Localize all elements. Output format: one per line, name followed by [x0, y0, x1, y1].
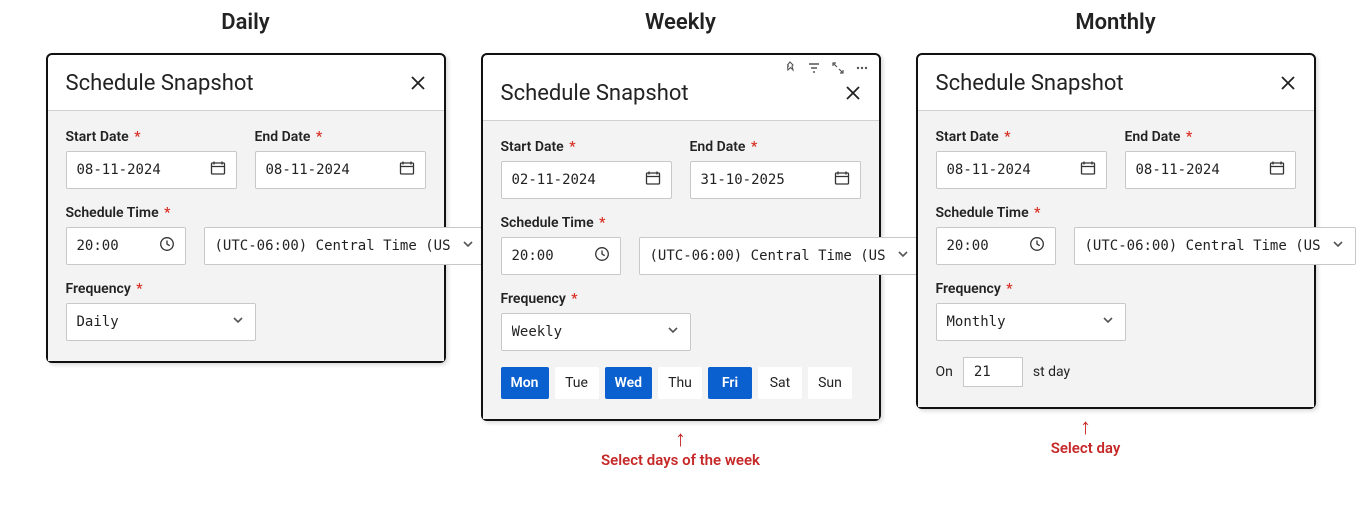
chevron-down-icon	[666, 323, 680, 341]
close-button[interactable]	[410, 74, 426, 94]
start-date-label: Start Date *	[501, 139, 672, 155]
start-date-label: Start Date *	[936, 129, 1107, 145]
end-date-label: End Date *	[690, 139, 861, 155]
timezone-select[interactable]: (UTC-06:00) Central Time (US	[204, 227, 486, 265]
clock-icon	[1029, 236, 1045, 256]
chevron-down-icon	[896, 247, 910, 265]
frequency-select[interactable]: Weekly	[501, 313, 691, 351]
annotation-weekly: ↑ Select days of the week	[601, 429, 760, 469]
end-date-label: End Date *	[1125, 129, 1296, 145]
time-input[interactable]: 20:00	[936, 227, 1056, 265]
frequency-label: Frequency *	[936, 281, 1296, 297]
frequency-label: Frequency *	[66, 281, 426, 297]
dialog-title: Schedule Snapshot	[936, 71, 1124, 96]
start-date-input[interactable]: 08-11-2024	[66, 151, 237, 189]
end-date-input[interactable]: 31-10-2025	[690, 161, 861, 199]
end-date-input[interactable]: 08-11-2024	[1125, 151, 1296, 189]
day-chip-sat[interactable]: Sat	[758, 367, 802, 399]
start-date-label: Start Date *	[66, 129, 237, 145]
annotation-monthly: ↑ Select day	[1051, 417, 1121, 457]
calendar-icon	[1269, 160, 1285, 180]
close-button[interactable]	[1280, 74, 1296, 94]
more-icon[interactable]	[855, 61, 869, 75]
chevron-down-icon	[1331, 237, 1345, 255]
on-label: On	[936, 364, 953, 380]
close-icon	[410, 75, 426, 91]
schedule-time-label: Schedule Time *	[501, 215, 861, 231]
time-input[interactable]: 20:00	[66, 227, 186, 265]
frequency-select[interactable]: Monthly	[936, 303, 1126, 341]
weekday-selector: Mon Tue Wed Thu Fri Sat Sun	[501, 367, 861, 399]
calendar-icon	[834, 170, 850, 190]
expand-icon[interactable]	[831, 61, 845, 75]
dialog-title: Schedule Snapshot	[501, 81, 689, 106]
day-chip-mon[interactable]: Mon	[501, 367, 549, 399]
arrow-up-icon: ↑	[675, 429, 686, 451]
chevron-down-icon	[231, 313, 245, 331]
day-chip-tue[interactable]: Tue	[555, 367, 599, 399]
calendar-icon	[645, 170, 661, 190]
schedule-time-label: Schedule Time *	[936, 205, 1296, 221]
start-date-input[interactable]: 08-11-2024	[936, 151, 1107, 189]
filter-icon[interactable]	[807, 61, 821, 75]
dialog-title: Schedule Snapshot	[66, 71, 254, 96]
frequency-label: Frequency *	[501, 291, 861, 307]
close-icon	[845, 85, 861, 101]
on-suffix: st day	[1033, 364, 1070, 380]
calendar-icon	[210, 160, 226, 180]
chevron-down-icon	[461, 237, 475, 255]
timezone-select[interactable]: (UTC-06:00) Central Time (US	[1074, 227, 1356, 265]
schedule-snapshot-dialog-weekly: Schedule Snapshot Start Date * 02-11-202…	[481, 53, 881, 421]
on-day-input[interactable]: 21	[963, 357, 1023, 387]
time-input[interactable]: 20:00	[501, 237, 621, 275]
end-date-input[interactable]: 08-11-2024	[255, 151, 426, 189]
calendar-icon	[1080, 160, 1096, 180]
close-button[interactable]	[845, 84, 861, 104]
schedule-snapshot-dialog-daily: Schedule Snapshot Start Date * 08-11-202…	[46, 53, 446, 363]
day-chip-sun[interactable]: Sun	[808, 367, 852, 399]
clock-icon	[594, 246, 610, 266]
start-date-input[interactable]: 02-11-2024	[501, 161, 672, 199]
schedule-time-label: Schedule Time *	[66, 205, 426, 221]
close-icon	[1280, 75, 1296, 91]
day-chip-fri[interactable]: Fri	[708, 367, 752, 399]
section-title-daily: Daily	[221, 10, 270, 35]
end-date-label: End Date *	[255, 129, 426, 145]
calendar-icon	[399, 160, 415, 180]
day-chip-wed[interactable]: Wed	[605, 367, 653, 399]
section-title-monthly: Monthly	[1075, 10, 1155, 35]
section-title-weekly: Weekly	[645, 10, 716, 35]
chevron-down-icon	[1101, 313, 1115, 331]
day-chip-thu[interactable]: Thu	[658, 367, 702, 399]
schedule-snapshot-dialog-monthly: Schedule Snapshot Start Date * 08-11-202…	[916, 53, 1316, 409]
timezone-select[interactable]: (UTC-06:00) Central Time (US	[639, 237, 921, 275]
frequency-select[interactable]: Daily	[66, 303, 256, 341]
pin-icon[interactable]	[783, 61, 797, 75]
arrow-up-icon: ↑	[1080, 417, 1091, 439]
clock-icon	[159, 236, 175, 256]
